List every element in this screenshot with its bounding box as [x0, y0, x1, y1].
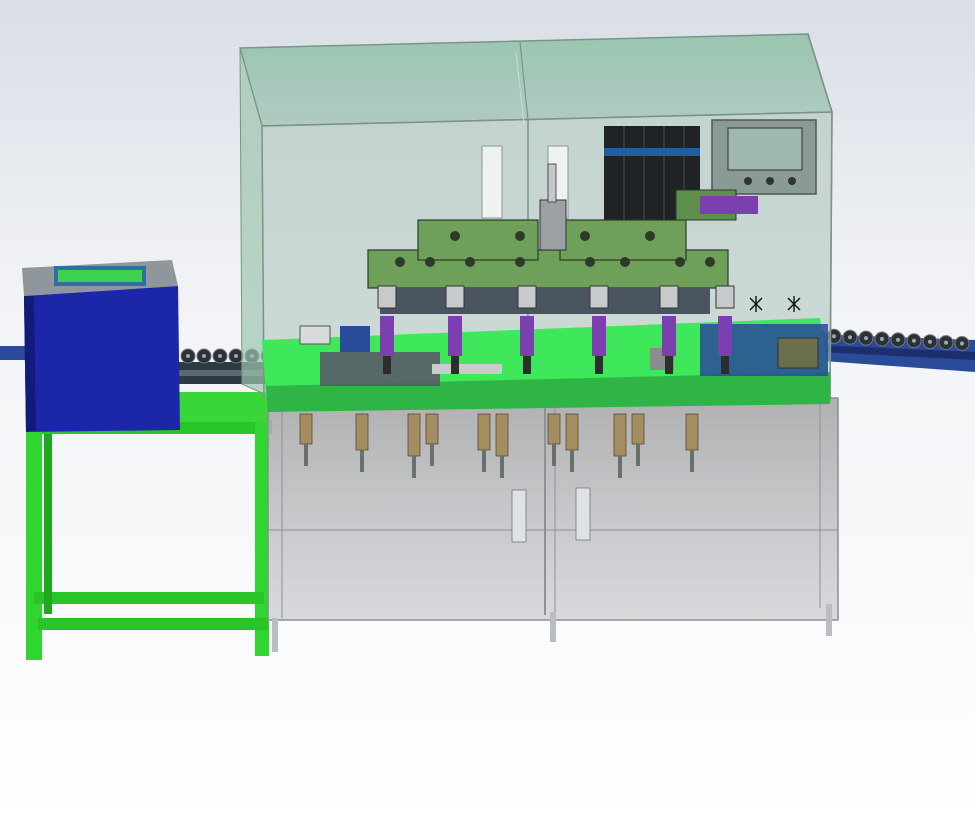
gripper	[595, 356, 603, 374]
gripper	[451, 356, 459, 374]
cylinder-rod	[304, 444, 308, 466]
cylinder-rod	[482, 450, 486, 472]
cylinder-rod	[636, 444, 640, 466]
cad-viewport	[0, 0, 975, 825]
purple-holder	[718, 316, 732, 356]
cylinder-rod	[412, 456, 416, 478]
cylinder	[355, 413, 369, 451]
cylinder	[477, 413, 491, 451]
cylinder	[631, 413, 645, 445]
cylinder-rod	[552, 444, 556, 466]
control-box	[22, 260, 180, 432]
hole	[425, 257, 435, 267]
roller-hub	[912, 338, 916, 343]
cylinder-rod	[690, 450, 694, 472]
hole	[580, 231, 590, 241]
cylinder	[495, 413, 509, 457]
roller-hub	[186, 354, 190, 358]
cylinder	[299, 413, 313, 445]
purple-holder	[520, 316, 534, 356]
hole	[465, 257, 475, 267]
cylinder-rod	[500, 456, 504, 478]
cylinder-rod	[570, 450, 574, 472]
slide-block	[377, 285, 397, 309]
gripper	[523, 356, 531, 374]
purple-holder	[592, 316, 606, 356]
slide-block	[445, 285, 465, 309]
hole	[675, 257, 685, 267]
cylinder	[565, 413, 579, 451]
hole	[450, 231, 460, 241]
cylinder-rod	[430, 444, 434, 466]
slide-block	[517, 285, 537, 309]
roller-hub	[928, 339, 932, 344]
hole	[620, 257, 630, 267]
hmi-button-icon	[788, 177, 796, 185]
hmi-panel	[711, 119, 817, 195]
gripper	[665, 356, 673, 374]
hole	[395, 257, 405, 267]
slide-block	[715, 285, 735, 309]
roller-hub	[880, 337, 884, 341]
purple-holder	[662, 316, 676, 356]
roller-hub	[218, 354, 222, 358]
cylinder-rod	[618, 456, 622, 478]
cylinder	[685, 413, 699, 451]
hmi-button-icon	[766, 177, 774, 185]
hmi-button-icon	[744, 177, 752, 185]
hole	[515, 257, 525, 267]
cylinder	[613, 413, 627, 457]
slide-block	[589, 285, 609, 309]
hole	[705, 257, 715, 267]
cylinder	[547, 413, 561, 445]
hole	[645, 231, 655, 241]
roller-hub	[896, 337, 900, 342]
roller-hub	[832, 334, 836, 339]
hole	[515, 231, 525, 241]
cylinder-rod	[360, 450, 364, 472]
cylinder	[407, 413, 421, 457]
roller-hub	[202, 354, 206, 358]
roller-hub	[234, 354, 238, 358]
roller-hub	[848, 335, 852, 340]
roller-hub	[944, 340, 948, 345]
hole	[585, 257, 595, 267]
roller-hub	[864, 336, 868, 341]
gripper	[383, 356, 391, 374]
machine-assembly-render	[0, 0, 975, 825]
gripper	[721, 356, 729, 374]
slide-block	[659, 285, 679, 309]
roller-hub	[960, 341, 964, 346]
cylinder	[425, 413, 439, 445]
purple-holder	[448, 316, 462, 356]
purple-holder	[380, 316, 394, 356]
